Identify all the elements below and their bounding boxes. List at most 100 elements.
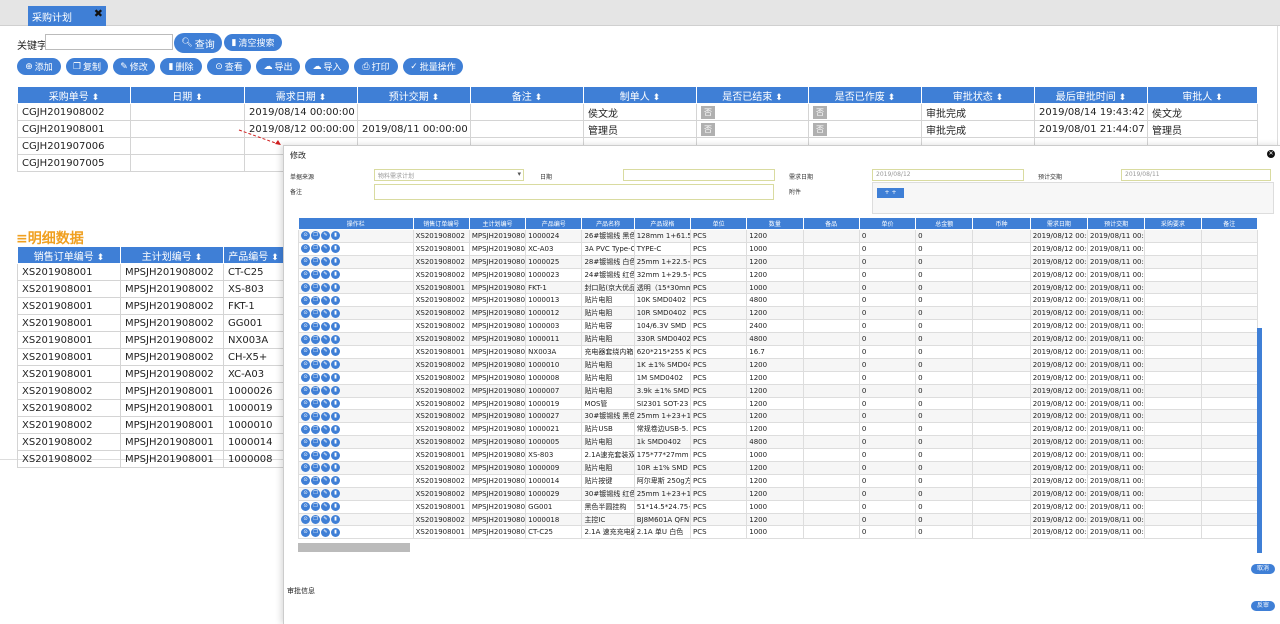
table-row[interactable]: XS201908002 MPSJH201908001 1000014: [17, 433, 284, 451]
grid-cell[interactable]: TYPE-C: [633, 241, 691, 256]
edit-icon[interactable]: ✎: [321, 424, 330, 434]
grid-cell[interactable]: 贴片电阻: [581, 383, 635, 398]
grid-cell[interactable]: 1000007: [525, 383, 583, 398]
grid-cell[interactable]: 0: [858, 332, 917, 347]
copy-icon[interactable]: ❐: [311, 231, 320, 241]
grid-cell[interactable]: [1200, 280, 1259, 295]
grid-cell[interactable]: 1000012: [525, 306, 583, 321]
grid-cell[interactable]: 2019/08/12 00:: [1029, 512, 1089, 527]
expect-date-input[interactable]: 2019/08/11: [1121, 169, 1271, 181]
grid-cell[interactable]: [972, 435, 1031, 450]
grid-cell[interactable]: [1144, 499, 1202, 514]
grid-cell[interactable]: 2019/08/12 00:: [1029, 499, 1089, 514]
grid-cell[interactable]: 2019/08/12 00:: [1029, 435, 1089, 450]
grid-cell[interactable]: [1144, 422, 1202, 437]
grid-cell[interactable]: XS201908002: [412, 293, 470, 308]
grid-cell[interactable]: 2019/08/11 00:: [1086, 229, 1146, 243]
query-button[interactable]: 🔍︎ 查询: [174, 33, 222, 53]
sort-icon[interactable]: ⬍: [316, 93, 327, 103]
grid-cell[interactable]: XS201908001: [412, 345, 470, 359]
grid-cell[interactable]: PCS: [689, 486, 748, 501]
grid-cell[interactable]: [1200, 332, 1259, 347]
view-icon[interactable]: ⊙: [301, 360, 310, 370]
grid-cell[interactable]: 32mm 1+29.5+: [633, 267, 691, 282]
grid-cell[interactable]: [972, 306, 1031, 321]
grid-cell[interactable]: [1200, 512, 1259, 527]
grid-cell[interactable]: 封口贴(京大优品): [581, 280, 635, 295]
grid-cell[interactable]: 2400: [746, 319, 804, 334]
grid-cell[interactable]: 1000023: [525, 267, 583, 282]
grid-cell[interactable]: MPSJH2019080: [468, 448, 527, 463]
grid-cell[interactable]: XS201908002: [412, 461, 470, 475]
edit-icon[interactable]: ✎: [321, 283, 330, 292]
delete-icon[interactable]: ▮: [331, 231, 340, 241]
grid-cell[interactable]: 26#镀锡线 黑色: [581, 229, 635, 243]
sort-icon[interactable]: ⬍: [993, 93, 1004, 103]
grid-cell[interactable]: BJ8M601A QFN: [633, 512, 691, 527]
grid-cell[interactable]: 25mm 1+23+1: [633, 486, 691, 501]
grid-cell[interactable]: PCS: [689, 499, 748, 514]
grid-cell[interactable]: [1200, 293, 1259, 308]
grid-cell[interactable]: MPSJH2019080: [468, 499, 527, 514]
grid-cell[interactable]: PCS: [689, 396, 748, 411]
grid-column-header[interactable]: 产品编号: [525, 217, 583, 230]
grid-cell[interactable]: [802, 435, 860, 450]
grid-cell[interactable]: 2019/08/11 00:: [1086, 486, 1146, 501]
grid-cell[interactable]: MPSJH2019080: [468, 525, 527, 540]
grid-cell[interactable]: 贴片USB: [581, 422, 635, 437]
grid-cell[interactable]: 330R SMD0402: [633, 332, 691, 347]
grid-cell[interactable]: MPSJH2019080: [468, 422, 527, 437]
edit-icon[interactable]: ✎: [321, 231, 330, 241]
add-button[interactable]: ⊕ 添加: [17, 58, 61, 75]
grid-cell[interactable]: 2019/08/12 00:: [1029, 332, 1089, 347]
grid-column-header[interactable]: 产品名称: [581, 217, 635, 230]
grid-cell[interactable]: 2019/08/12 00:: [1029, 525, 1089, 540]
grid-cell[interactable]: 2019/08/11 00:: [1086, 473, 1146, 488]
delete-icon[interactable]: ▮: [331, 476, 340, 486]
grid-cell[interactable]: 1K ±1% SMD04: [633, 357, 691, 372]
grid-cell[interactable]: [802, 254, 860, 269]
copy-icon[interactable]: ❐: [311, 321, 320, 331]
grid-cell[interactable]: 2019/08/11 00:: [1086, 306, 1146, 321]
grid-cell[interactable]: 2019/08/12 00:: [1029, 448, 1089, 463]
edit-icon[interactable]: ✎: [321, 386, 330, 396]
view-icon[interactable]: ⊙: [301, 308, 310, 318]
grid-cell[interactable]: 0: [915, 435, 974, 450]
grid-cell[interactable]: 0: [858, 512, 917, 527]
grid-cell[interactable]: [802, 409, 860, 424]
grid-cell[interactable]: [1144, 370, 1202, 385]
grid-cell[interactable]: 2019/08/12 00:: [1029, 293, 1089, 308]
grid-cell[interactable]: [802, 241, 860, 256]
grid-cell[interactable]: 0: [858, 280, 917, 295]
grid-cell[interactable]: 0: [915, 499, 974, 514]
grid-cell[interactable]: 3A PVC Type-C数: [581, 241, 635, 256]
grid-cell[interactable]: 0: [858, 409, 917, 424]
grid-cell[interactable]: PCS: [689, 267, 748, 282]
delete-icon[interactable]: ▮: [331, 527, 340, 537]
grid-cell[interactable]: 1000018: [525, 512, 583, 527]
column-header[interactable]: 是否已作废 ⬍: [808, 86, 922, 104]
grid-cell[interactable]: 0: [858, 383, 917, 398]
grid-cell[interactable]: 2019/08/12 00:: [1029, 241, 1089, 256]
grid-cell[interactable]: 1000: [746, 448, 804, 463]
view-icon[interactable]: ⊙: [301, 283, 310, 292]
grid-cell[interactable]: 贴片按键: [581, 473, 635, 488]
grid-cell[interactable]: 黑色半圆挂构: [581, 499, 635, 514]
grid-cell[interactable]: 贴片电阻: [581, 357, 635, 372]
grid-cell[interactable]: PCS: [689, 306, 748, 321]
grid-cell[interactable]: 2019/08/11 00:: [1086, 357, 1146, 372]
grid-cell[interactable]: [1200, 345, 1259, 359]
grid-cell[interactable]: 2019/08/11 00:: [1086, 319, 1146, 334]
grid-cell[interactable]: 0: [915, 306, 974, 321]
copy-icon[interactable]: ❐: [311, 502, 320, 512]
grid-cell[interactable]: MPSJH2019080: [468, 345, 527, 359]
grid-cell[interactable]: 2019/08/11 00:: [1086, 293, 1146, 308]
view-icon[interactable]: ⊙: [301, 321, 310, 331]
grid-cell[interactable]: [972, 383, 1031, 398]
export-button[interactable]: ☁ 导出: [256, 58, 300, 75]
grid-cell[interactable]: [802, 383, 860, 398]
grid-cell[interactable]: NX003A: [525, 345, 583, 359]
delete-icon[interactable]: ▮: [331, 411, 340, 421]
grid-cell[interactable]: 175*77*27mm: [633, 448, 691, 463]
grid-cell[interactable]: 0: [858, 448, 917, 463]
